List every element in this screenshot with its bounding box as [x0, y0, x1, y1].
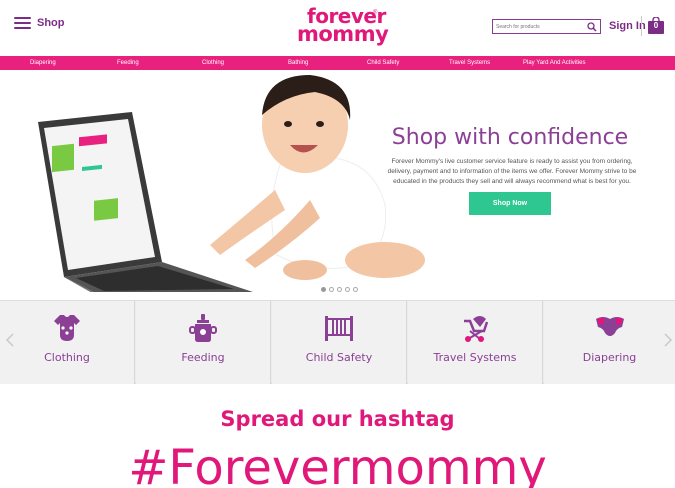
- hero-slider: Shop with confidence Forever Mommy's liv…: [0, 70, 675, 300]
- header-divider: [641, 16, 642, 36]
- hero-title: Shop with confidence: [391, 125, 629, 150]
- nav-item-travel-systems[interactable]: Travel Systems: [449, 56, 490, 70]
- registered-mark: ®: [373, 10, 378, 16]
- carousel-prev-icon[interactable]: [5, 333, 15, 347]
- sippy-cup-icon: [189, 314, 217, 342]
- tile-diapering[interactable]: Diapering: [544, 301, 675, 384]
- onesie-icon: [54, 315, 80, 341]
- nav-item-feeding[interactable]: Feeding: [117, 56, 139, 70]
- nav-item-play-yard[interactable]: Play Yard And Activities: [523, 56, 585, 70]
- tile-travel-systems[interactable]: Travel Systems: [408, 301, 543, 384]
- cart-count-badge: 0: [653, 21, 659, 30]
- nav-item-clothing[interactable]: Clothing: [202, 56, 224, 70]
- search-input[interactable]: [496, 21, 584, 32]
- shop-now-button[interactable]: Shop Now: [469, 192, 551, 215]
- stroller-icon: [464, 316, 489, 342]
- tile-label-child-safety: Child Safety: [305, 351, 373, 364]
- slide-dot-3[interactable]: [337, 287, 342, 292]
- hashtag-heading: Spread our hashtag: [220, 407, 455, 431]
- slide-dot-5[interactable]: [353, 287, 358, 292]
- tile-label-travel-systems: Travel Systems: [433, 351, 517, 364]
- shop-menu-toggle[interactable]: Shop: [14, 17, 65, 29]
- nav-item-bathing[interactable]: Bathing: [288, 56, 308, 70]
- shop-menu-label[interactable]: Shop: [37, 17, 65, 29]
- slider-pagination: [321, 287, 358, 292]
- logo-text-mommy: mommy: [297, 22, 389, 46]
- crib-icon: [325, 316, 353, 341]
- tile-label-clothing: Clothing: [44, 351, 90, 364]
- nav-item-child-safety[interactable]: Child Safety: [367, 56, 399, 70]
- tile-label-feeding: Feeding: [181, 351, 225, 364]
- slide-dot-1[interactable]: [321, 287, 326, 292]
- hashtag-text: #Forevermommy: [128, 440, 547, 488]
- category-nav-bar: Diapering Feeding Clothing Bathing Child…: [0, 56, 675, 70]
- tile-child-safety[interactable]: Child Safety: [272, 301, 407, 384]
- category-tiles-carousel: Clothing Feeding Child Safety Travel Sys…: [0, 300, 675, 384]
- search-icon[interactable]: [587, 22, 597, 32]
- tile-clothing[interactable]: Clothing: [0, 301, 135, 384]
- search-box[interactable]: [492, 19, 601, 34]
- carousel-next-icon[interactable]: [663, 333, 673, 347]
- diaper-icon: [595, 317, 624, 336]
- cart-button[interactable]: 0: [647, 16, 665, 34]
- slide-dot-4[interactable]: [345, 287, 350, 292]
- tile-label-diapering: Diapering: [582, 351, 637, 364]
- site-header: Shop forever mommy ® Sign In 0: [0, 0, 675, 56]
- nav-item-diapering[interactable]: Diapering: [30, 56, 56, 70]
- hero-description: Forever Mommy's live customer service fe…: [387, 158, 637, 185]
- tile-feeding[interactable]: Feeding: [136, 301, 271, 384]
- hamburger-icon[interactable]: [14, 17, 31, 29]
- slide-dot-2[interactable]: [329, 287, 334, 292]
- forever-mommy-logo[interactable]: forever mommy ®: [297, 4, 389, 50]
